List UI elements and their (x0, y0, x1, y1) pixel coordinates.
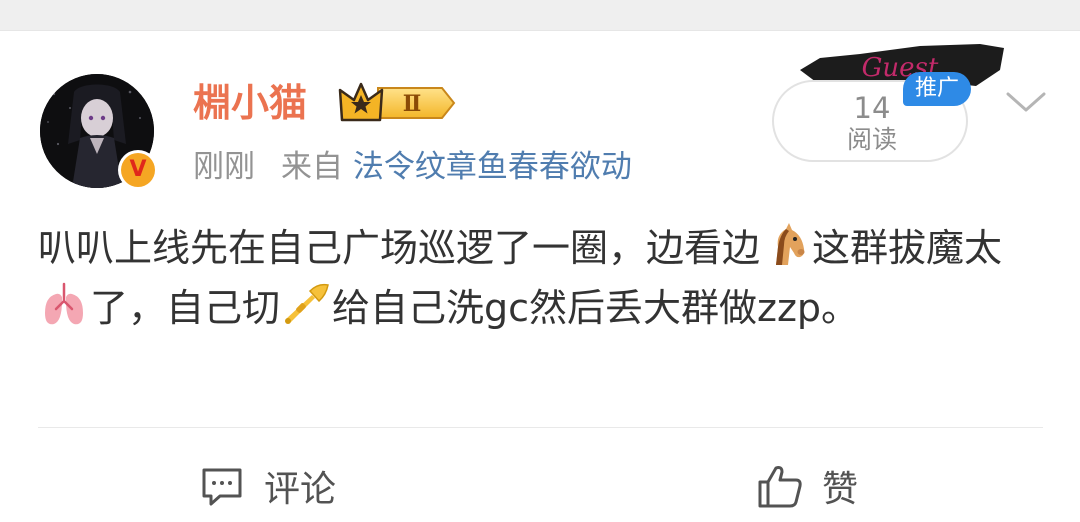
comment-button[interactable]: 评论 (198, 456, 336, 516)
comment-label: 评论 (264, 469, 337, 510)
username[interactable]: 棩小猫 (193, 78, 307, 128)
source-link[interactable]: 法令纹章鱼春春欲动 (353, 149, 632, 185)
level-crown-badge[interactable]: Ⅱ (338, 80, 456, 126)
comment-icon (202, 468, 242, 506)
like-label: 赞 (822, 469, 859, 510)
content-text-4: 给自己洗gc然后丢大群做zzp。 (332, 286, 860, 330)
divider (38, 427, 1043, 428)
post-meta: 刚刚 来自 法令纹章鱼春春欲动 (193, 144, 632, 190)
like-button[interactable]: 赞 (756, 456, 858, 516)
status-bar (0, 0, 1080, 31)
horse-emoji-icon (762, 221, 810, 269)
post-content: 叭叭上线先在自己广场巡逻了一圈，边看边 这群拔魔太了，自己切 给自己洗gc然后丢大群… (38, 218, 1043, 338)
promo-tag: 推广 (903, 72, 971, 106)
content-text-3: 了，自己切 (90, 286, 281, 330)
read-label: 阅读 (846, 125, 897, 154)
verified-badge-icon: V (118, 150, 158, 190)
level-numeral: Ⅱ (403, 91, 422, 117)
source-prefix: 来自 (281, 149, 343, 185)
lungs-emoji-icon (40, 281, 88, 329)
chevron-down-icon[interactable] (1004, 86, 1048, 118)
post-time: 刚刚 (193, 149, 255, 185)
trumpet-emoji-icon (282, 281, 330, 329)
content-text-1: 叭叭上线先在自己广场巡逻了一圈，边看边 (38, 226, 761, 270)
thumbs-up-icon (758, 466, 802, 508)
content-text-2: 这群拔魔太 (812, 226, 1003, 270)
